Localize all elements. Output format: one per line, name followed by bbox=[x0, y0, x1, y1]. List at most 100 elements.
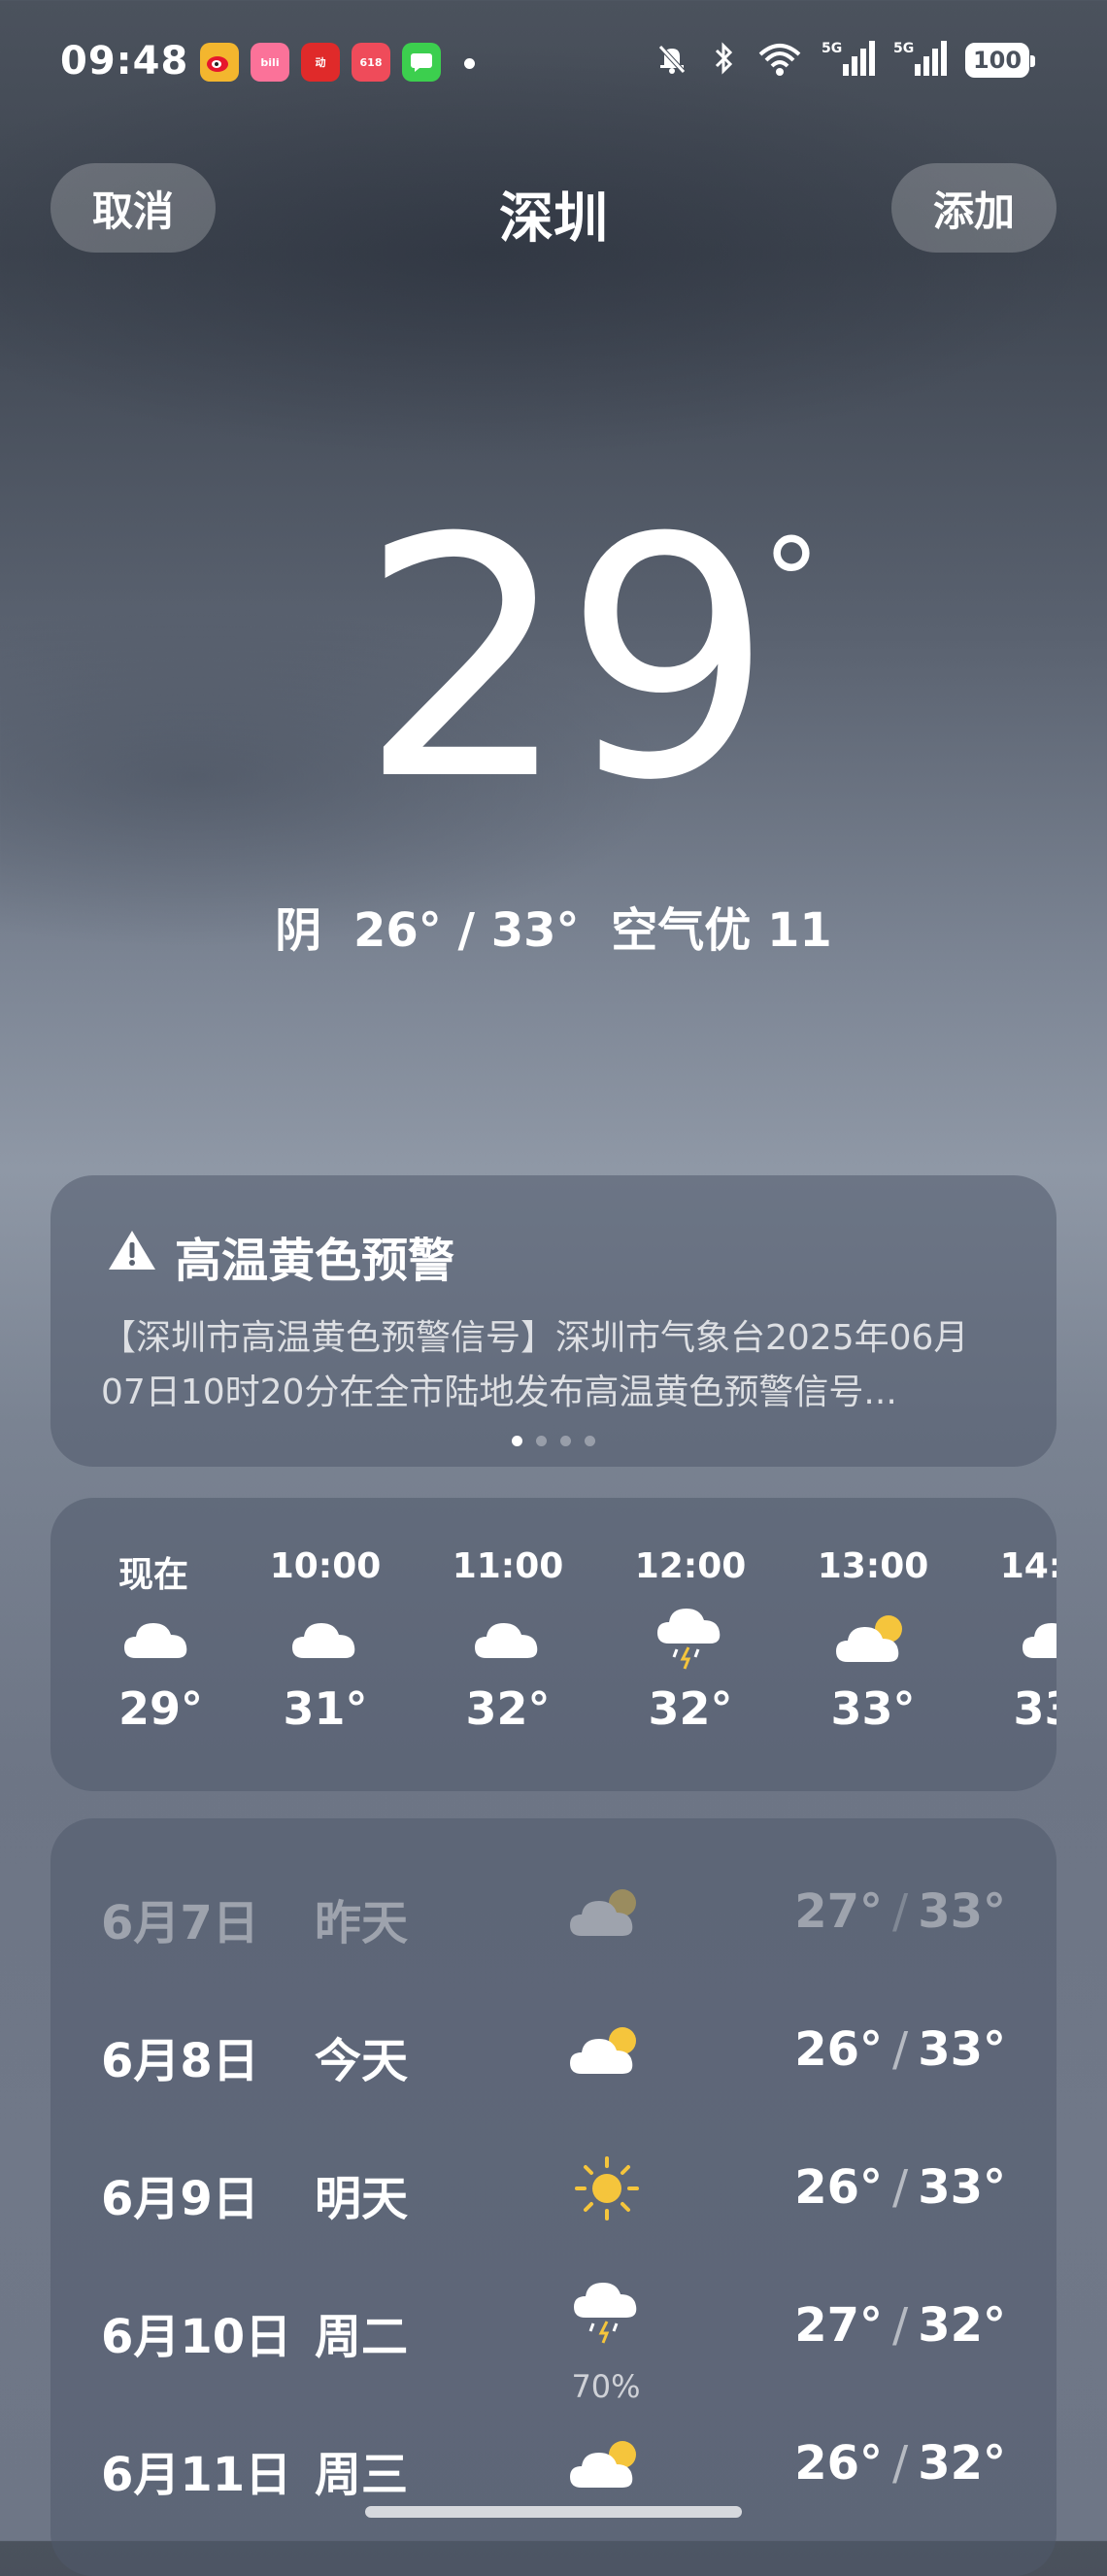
page-dot-active bbox=[512, 1436, 522, 1446]
day-low: 26° bbox=[794, 2160, 884, 2215]
hour-temp: 32° bbox=[465, 1682, 551, 1735]
status-bar: 09:48 bili 动 618 5G 5G 100 bbox=[0, 0, 1107, 126]
warning-header: 高温黄色预警 bbox=[107, 1222, 454, 1290]
cloud-icon bbox=[252, 1595, 398, 1682]
hour-temp: 33° bbox=[830, 1682, 916, 1735]
page-dot bbox=[536, 1436, 547, 1446]
partly-cloudy-icon bbox=[563, 2421, 651, 2508]
day-high: 33° bbox=[918, 2022, 1006, 2077]
svg-text:5G: 5G bbox=[822, 41, 842, 56]
day-high: 33° bbox=[918, 2160, 1006, 2215]
hour-temp: 33° bbox=[1013, 1682, 1057, 1735]
thunder-rain-icon bbox=[563, 2269, 651, 2356]
condition-text: 阴 bbox=[275, 903, 322, 958]
system-icons: 5G 5G 100 bbox=[653, 39, 1035, 82]
hour-label: 13:00 bbox=[817, 1546, 929, 1586]
range-separator: / bbox=[892, 2160, 909, 2215]
home-indicator[interactable] bbox=[365, 2506, 742, 2518]
svg-text:5G: 5G bbox=[893, 41, 914, 56]
current-temperature: 29 bbox=[359, 468, 774, 853]
day-date: 6月9日 bbox=[101, 2172, 259, 2226]
cloud-icon bbox=[118, 1595, 264, 1682]
add-button[interactable]: 添加 bbox=[891, 163, 1057, 253]
daily-row[interactable]: 6月8日 今天 26°/33° bbox=[50, 1985, 1057, 2121]
day-low: 26° bbox=[794, 2436, 884, 2491]
day-high: 33° bbox=[918, 1884, 1006, 1939]
ebike-app-icon: 动 bbox=[301, 43, 340, 82]
hour-label: 10:00 bbox=[269, 1546, 382, 1586]
warning-title: 高温黄色预警 bbox=[175, 1234, 455, 1288]
hourly-forecast-card[interactable]: 现在 29° 10:00 31° 11:00 32° 12:00 32° 13:… bbox=[50, 1498, 1057, 1791]
partly-cloudy-icon bbox=[563, 1869, 651, 1956]
daily-row[interactable]: 6月9日 明天 26°/33° bbox=[50, 2123, 1057, 2259]
page-dot bbox=[585, 1436, 595, 1446]
messages-icon bbox=[402, 43, 441, 82]
game-app-icon: 618 bbox=[352, 43, 390, 82]
weather-summary: 阴 26° / 33° 空气优 11 bbox=[0, 892, 1107, 960]
day-temp-range: 27°/32° bbox=[794, 2298, 1006, 2353]
page-dot bbox=[560, 1436, 571, 1446]
cloud-icon bbox=[435, 1595, 581, 1682]
hourly-item: 14:00 33° bbox=[983, 1546, 1057, 1735]
wifi-icon bbox=[755, 39, 804, 82]
more-notifications-dot bbox=[464, 58, 475, 69]
warning-text: 【深圳市高温黄色预警信号】深圳市气象台2025年06月07日10时20分在全市陆… bbox=[101, 1318, 969, 1412]
hour-label: 现在 bbox=[118, 1555, 189, 1595]
day-high: 32° bbox=[918, 2298, 1006, 2353]
hourly-item: 11:00 32° bbox=[435, 1546, 581, 1735]
range-separator: / bbox=[892, 2436, 909, 2491]
day-low: 27° bbox=[794, 1884, 884, 1939]
daily-row[interactable]: 6月10日 周二 70% 27°/32° bbox=[50, 2261, 1057, 2405]
warning-page-dots[interactable] bbox=[50, 1436, 1057, 1446]
notification-app-icons: bili 动 618 bbox=[200, 43, 441, 82]
bilibili-icon: bili bbox=[251, 43, 289, 82]
mute-bell-icon bbox=[653, 39, 691, 82]
hour-temp: 29° bbox=[118, 1682, 204, 1735]
day-date: 6月10日 bbox=[101, 2310, 292, 2364]
thunder-rain-icon bbox=[618, 1595, 763, 1682]
range-separator: / bbox=[892, 1884, 909, 1939]
day-high: 32° bbox=[918, 2436, 1006, 2491]
day-date: 6月11日 bbox=[101, 2448, 292, 2502]
cloud-icon bbox=[983, 1595, 1057, 1682]
hour-temp: 32° bbox=[648, 1682, 733, 1735]
day-temp-range: 27°/33° bbox=[794, 1884, 1006, 1939]
partly-cloudy-icon bbox=[563, 2007, 651, 2094]
day-weekday: 昨天 bbox=[315, 1896, 409, 1950]
hour-label: 12:00 bbox=[634, 1546, 747, 1586]
day-low: 26° bbox=[794, 2022, 884, 2077]
day-weekday: 明天 bbox=[315, 2172, 409, 2226]
day-date: 6月8日 bbox=[101, 2034, 259, 2088]
day-date: 6月7日 bbox=[101, 1896, 259, 1950]
hourly-item: 10:00 31° bbox=[252, 1546, 398, 1735]
degree-symbol: ° bbox=[762, 515, 821, 650]
weather-warning-card[interactable]: 高温黄色预警 【深圳市高温黄色预警信号】深圳市气象台2025年06月07日10时… bbox=[50, 1175, 1057, 1467]
daily-forecast-card[interactable]: 6月7日 昨天 27°/33° 6月8日 今天 26°/33° 6月9日 明天 bbox=[50, 1818, 1057, 2576]
air-quality[interactable]: 空气优 11 bbox=[611, 903, 832, 958]
sun-icon bbox=[563, 2145, 651, 2232]
signal-5g-icon: 5G bbox=[822, 39, 876, 82]
hourly-item: 12:00 32° bbox=[618, 1546, 763, 1735]
status-time: 09:48 bbox=[60, 39, 189, 84]
range-separator: / bbox=[892, 2298, 909, 2353]
day-weekday: 周三 bbox=[315, 2448, 409, 2502]
day-weekday: 今天 bbox=[315, 2034, 409, 2088]
warning-triangle-icon bbox=[107, 1228, 157, 1284]
range-separator: / bbox=[892, 2022, 909, 2077]
day-temp-range: 26°/32° bbox=[794, 2436, 1006, 2491]
day-temp-range: 26°/33° bbox=[794, 2022, 1006, 2077]
hourly-item: 13:00 33° bbox=[800, 1546, 946, 1735]
day-low: 27° bbox=[794, 2298, 884, 2353]
bluetooth-icon bbox=[709, 39, 738, 82]
hour-label: 14:00 bbox=[999, 1546, 1057, 1586]
hourly-item: 现在 29° bbox=[118, 1546, 264, 1735]
weibo-icon bbox=[200, 43, 239, 82]
battery-icon: 100 bbox=[965, 43, 1035, 78]
partly-cloudy-icon bbox=[800, 1595, 946, 1682]
day-weekday: 周二 bbox=[315, 2310, 409, 2364]
daily-row[interactable]: 6月7日 昨天 27°/33° bbox=[50, 1847, 1057, 1983]
temp-range: 26° / 33° bbox=[352, 903, 580, 958]
signal-5g-icon-2: 5G bbox=[893, 39, 948, 82]
day-temp-range: 26°/33° bbox=[794, 2160, 1006, 2215]
hour-temp: 31° bbox=[283, 1682, 368, 1735]
